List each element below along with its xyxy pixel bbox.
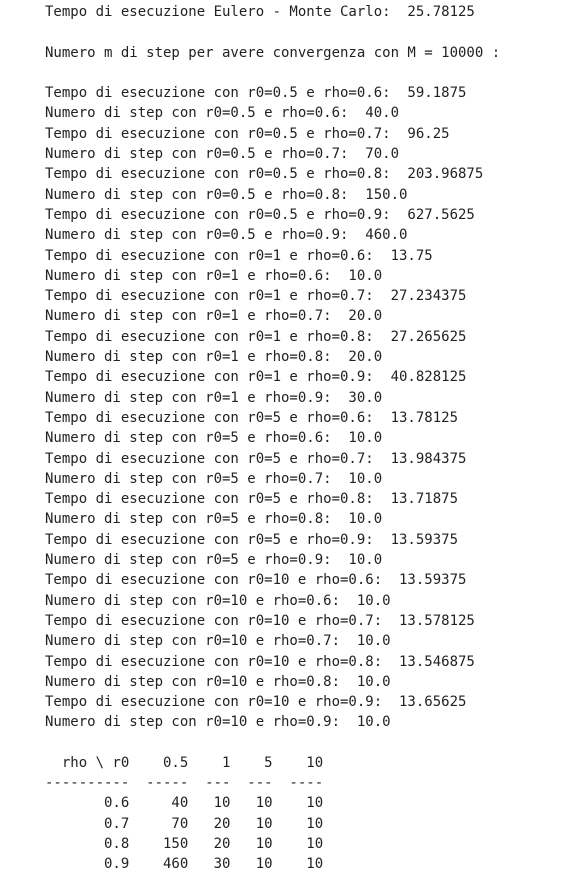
result-line: Tempo di esecuzione con r0=0.5 e rho=0.7…: [45, 125, 450, 142]
result-line: Numero di step con r0=1 e rho=0.6: 10.0: [45, 267, 383, 284]
result-line: Tempo di esecuzione con r0=1 e rho=0.9: …: [45, 369, 467, 386]
console-output: Tempo di esecuzione Eulero - Monte Carlo…: [45, 2, 500, 874]
result-line: Tempo di esecuzione con r0=5 e rho=0.8: …: [45, 491, 459, 508]
result-line: Tempo di esecuzione con r0=0.5 e rho=0.9…: [45, 206, 475, 223]
result-line: Numero di step con r0=10 e rho=0.9: 10.0: [45, 714, 391, 731]
result-line: Numero di step con r0=1 e rho=0.9: 30.0: [45, 389, 383, 406]
convergence-line: Numero m di step per avere convergenza c…: [45, 44, 501, 61]
table-row: 0.7 70 20 10 10: [45, 815, 324, 832]
result-line: Tempo di esecuzione con r0=0.5 e rho=0.8…: [45, 166, 484, 183]
result-line: Numero di step con r0=10 e rho=0.8: 10.0: [45, 673, 391, 690]
result-line: Tempo di esecuzione con r0=0.5 e rho=0.6…: [45, 85, 467, 102]
result-line: Numero di step con r0=5 e rho=0.6: 10.0: [45, 430, 383, 447]
table-row: 0.9 460 30 10 10: [45, 856, 324, 873]
result-line: Numero di step con r0=5 e rho=0.9: 10.0: [45, 552, 383, 569]
result-line: Tempo di esecuzione con r0=1 e rho=0.7: …: [45, 288, 467, 305]
header-line: Tempo di esecuzione Eulero - Monte Carlo…: [45, 4, 475, 20]
result-line: Numero di step con r0=5 e rho=0.8: 10.0: [45, 511, 383, 528]
result-line: Tempo di esecuzione con r0=10 e rho=0.9:…: [45, 694, 467, 711]
result-line: Numero di step con r0=0.5 e rho=0.8: 150…: [45, 186, 408, 203]
table-row: 0.8 150 20 10 10: [45, 835, 324, 852]
result-line: Tempo di esecuzione con r0=1 e rho=0.8: …: [45, 328, 467, 345]
table-header-row: rho \ r0 0.5 1 5 10: [45, 754, 324, 771]
table-row: 0.6 40 10 10 10: [45, 795, 324, 812]
result-line: Tempo di esecuzione con r0=5 e rho=0.9: …: [45, 531, 459, 548]
result-line: Numero di step con r0=0.5 e rho=0.7: 70.…: [45, 146, 400, 163]
result-line: Tempo di esecuzione con r0=5 e rho=0.7: …: [45, 450, 467, 467]
summary-table: rho \ r0 0.5 1 5 10 ---------- ----- ---…: [45, 753, 500, 875]
results-list: Tempo di esecuzione con r0=0.5 e rho=0.6…: [45, 83, 500, 733]
result-line: Tempo di esecuzione con r0=1 e rho=0.6: …: [45, 247, 433, 264]
result-line: Tempo di esecuzione con r0=5 e rho=0.6: …: [45, 409, 459, 426]
result-line: Numero di step con r0=1 e rho=0.8: 20.0: [45, 349, 383, 366]
result-line: Numero di step con r0=10 e rho=0.7: 10.0: [45, 633, 391, 650]
result-line: Numero di step con r0=10 e rho=0.6: 10.0: [45, 592, 391, 609]
result-line: Numero di step con r0=1 e rho=0.7: 20.0: [45, 308, 383, 325]
result-line: Tempo di esecuzione con r0=10 e rho=0.7:…: [45, 612, 475, 629]
result-line: Tempo di esecuzione con r0=10 e rho=0.6:…: [45, 572, 467, 589]
table-separator: ---------- ----- --- --- ----: [45, 774, 324, 791]
result-line: Numero di step con r0=5 e rho=0.7: 10.0: [45, 470, 383, 487]
result-line: Numero di step con r0=0.5 e rho=0.6: 40.…: [45, 105, 400, 122]
result-line: Tempo di esecuzione con r0=10 e rho=0.8:…: [45, 653, 475, 670]
result-line: Numero di step con r0=0.5 e rho=0.9: 460…: [45, 227, 408, 244]
